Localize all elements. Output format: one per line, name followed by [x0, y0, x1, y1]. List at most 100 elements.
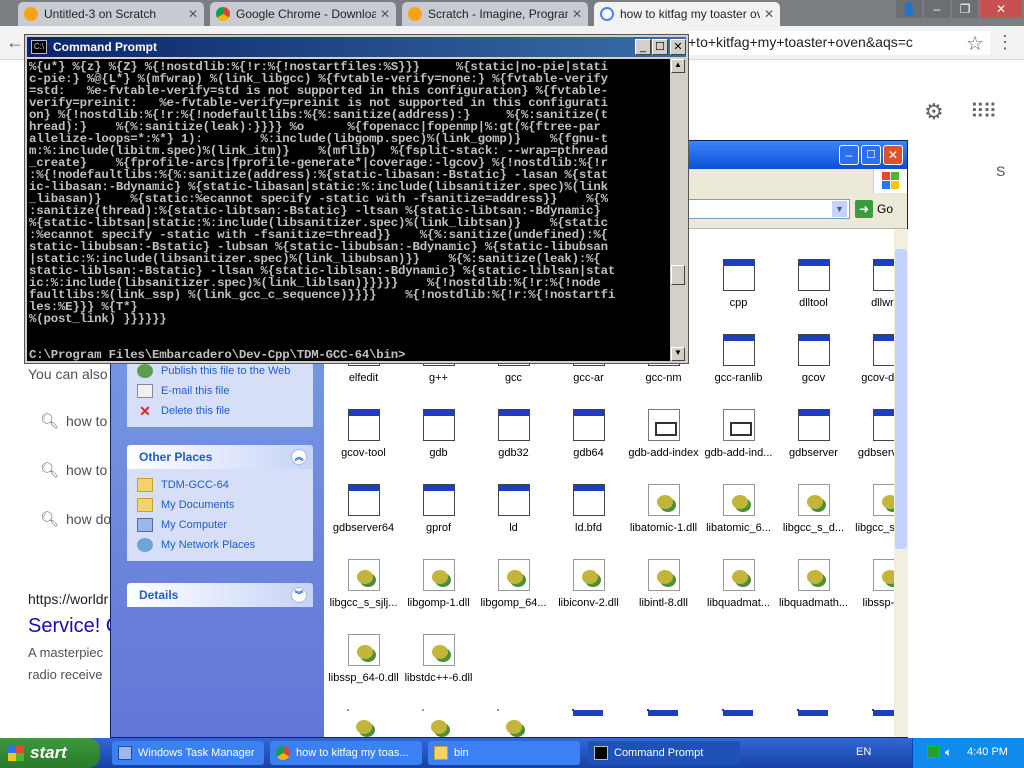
- scroll-thumb[interactable]: [671, 265, 685, 285]
- email-file-link[interactable]: E-mail this file: [137, 381, 303, 401]
- application-icon[interactable]: [722, 709, 753, 716]
- file-item[interactable]: libgcc_s_d...: [776, 484, 851, 534]
- start-button[interactable]: start: [0, 738, 100, 768]
- file-item[interactable]: gcov-tool: [326, 409, 401, 459]
- minimize-button[interactable]: –: [924, 0, 950, 18]
- file-item[interactable]: libatomic_6...: [701, 484, 776, 534]
- file-item[interactable]: cpp: [701, 259, 776, 309]
- maximize-button[interactable]: ☐: [652, 39, 668, 55]
- cmd-title-bar[interactable]: C:\ Command Prompt _ ☐ ✕: [27, 37, 686, 57]
- file-item[interactable]: libstdc++-6.dll: [401, 634, 476, 684]
- close-button[interactable]: ✕: [670, 39, 686, 55]
- tray-app-icon[interactable]: [927, 746, 939, 758]
- file-item[interactable]: ld: [476, 484, 551, 534]
- file-item[interactable]: gdb-add-ind...: [701, 409, 776, 459]
- scroll-up-icon[interactable]: ▲: [671, 59, 685, 73]
- place-my-documents[interactable]: My Documents: [137, 495, 303, 515]
- task-windows-task-manager[interactable]: Windows Task Manager: [112, 741, 264, 765]
- file-item[interactable]: gcov: [776, 334, 851, 384]
- task-chrome[interactable]: how to kitfag my toas...: [270, 741, 422, 765]
- file-item[interactable]: gcc-ranlib: [701, 334, 776, 384]
- expand-chevron-icon[interactable]: ︾: [291, 587, 307, 603]
- tab-chrome-download[interactable]: Google Chrome - Download t ✕: [210, 2, 396, 26]
- close-icon[interactable]: ✕: [188, 7, 198, 21]
- publish-web-link[interactable]: Publish this file to the Web: [137, 361, 303, 381]
- application-icon[interactable]: [797, 709, 828, 716]
- file-item[interactable]: libgcc_s_sjlj...: [326, 559, 401, 609]
- application-icon[interactable]: [572, 709, 603, 716]
- scrollbar[interactable]: ▲ ▼: [671, 59, 685, 361]
- tab-untitled-3[interactable]: Untitled-3 on Scratch ✕: [18, 2, 204, 26]
- back-arrow-icon[interactable]: ←: [6, 32, 24, 53]
- tab-google-search[interactable]: how to kitfag my toaster ove ✕: [594, 2, 780, 26]
- bookmark-star-icon[interactable]: ☆: [966, 31, 984, 56]
- scroll-thumb[interactable]: [895, 249, 907, 549]
- file-item[interactable]: gdb64: [551, 409, 626, 459]
- file-item[interactable]: libgcc_s_se...: [851, 484, 894, 534]
- task-bin-folder[interactable]: bin: [428, 741, 580, 765]
- close-window-button[interactable]: ✕: [980, 0, 1022, 18]
- file-item[interactable]: libssp-0.dll: [851, 559, 894, 609]
- go-button[interactable]: ➜ Go: [855, 199, 905, 219]
- language-indicator[interactable]: EN: [856, 746, 871, 758]
- place-my-computer[interactable]: My Computer: [137, 515, 303, 535]
- close-icon[interactable]: ✕: [572, 7, 582, 21]
- file-item[interactable]: gdbserver: [776, 409, 851, 459]
- minimize-button[interactable]: _: [635, 39, 651, 55]
- scroll-down-icon[interactable]: ▼: [671, 347, 685, 361]
- related-search-1[interactable]: how to: [66, 413, 107, 429]
- place-my-network[interactable]: My Network Places: [137, 535, 303, 555]
- file-item[interactable]: libquadmath...: [776, 559, 851, 609]
- related-search-3[interactable]: how do: [66, 511, 111, 527]
- file-item[interactable]: gdbserver64: [326, 484, 401, 534]
- dll-file-icon[interactable]: [422, 709, 447, 734]
- restore-button[interactable]: ❐: [952, 0, 978, 18]
- scrollbar[interactable]: [894, 229, 908, 737]
- file-item[interactable]: libiconv-2.dll: [551, 559, 626, 609]
- file-item[interactable]: libintl-8.dll: [626, 559, 701, 609]
- close-button[interactable]: ✕: [883, 145, 903, 165]
- result-url[interactable]: https://worldr: [28, 591, 108, 607]
- tab-scratch-imagine[interactable]: Scratch - Imagine, Program, ✕: [402, 2, 588, 26]
- application-icon[interactable]: [647, 709, 678, 716]
- profile-icon[interactable]: 👤: [896, 0, 922, 18]
- delete-file-link[interactable]: ✕ Delete this file: [137, 401, 303, 421]
- place-tdm-gcc[interactable]: TDM-GCC-64: [137, 475, 303, 495]
- file-item[interactable]: gdbserver32: [851, 409, 894, 459]
- result-title[interactable]: Service! C: [28, 615, 120, 638]
- collapse-chevron-icon[interactable]: ︽: [291, 449, 307, 465]
- close-icon[interactable]: ✕: [764, 7, 774, 21]
- file-item[interactable]: gdb-add-index: [626, 409, 701, 459]
- dll-file-icon: [572, 559, 605, 591]
- file-item[interactable]: gcov-dump: [851, 334, 894, 384]
- maximize-button[interactable]: ☐: [861, 145, 881, 165]
- file-item[interactable]: dlltool: [776, 259, 851, 309]
- file-item[interactable]: libssp_64-0.dll: [326, 634, 401, 684]
- chevron-down-icon[interactable]: ▼: [832, 201, 847, 217]
- dll-file-icon[interactable]: [497, 709, 522, 734]
- application-icon[interactable]: [872, 709, 894, 716]
- file-item[interactable]: libquadmat...: [701, 559, 776, 609]
- file-item[interactable]: libgomp_64...: [476, 559, 551, 609]
- file-item[interactable]: gdb: [401, 409, 476, 459]
- other-places-header[interactable]: Other Places ︽: [127, 445, 313, 469]
- task-command-prompt[interactable]: Command Prompt: [588, 741, 740, 765]
- file-item[interactable]: dllwrap: [851, 259, 894, 309]
- chrome-menu-icon[interactable]: ⋮: [996, 32, 1014, 53]
- close-icon[interactable]: ✕: [380, 7, 390, 21]
- details-header[interactable]: Details ︾: [127, 583, 313, 607]
- clock[interactable]: 4:40 PM: [967, 746, 1008, 758]
- console-output[interactable]: %{u*} %{z} %{Z} %{!nostdlib:%{!r:%{!nost…: [27, 59, 670, 361]
- file-item[interactable]: ld.bfd: [551, 484, 626, 534]
- file-item[interactable]: gdb32: [476, 409, 551, 459]
- gear-icon[interactable]: ⚙: [924, 99, 944, 125]
- file-item[interactable]: libatomic-1.dll: [626, 484, 701, 534]
- dll-file-icon[interactable]: [347, 709, 372, 734]
- speaker-icon[interactable]: 🔈︎: [945, 745, 952, 760]
- omnibox[interactable]: +to+kitfag+my+toaster+oven&aqs=c: [688, 31, 990, 55]
- related-search-2[interactable]: how to: [66, 462, 107, 478]
- apps-grid-icon[interactable]: ⠿⠿: [970, 99, 997, 124]
- file-item[interactable]: libgomp-1.dll: [401, 559, 476, 609]
- file-item[interactable]: gprof: [401, 484, 476, 534]
- minimize-button[interactable]: –: [839, 145, 859, 165]
